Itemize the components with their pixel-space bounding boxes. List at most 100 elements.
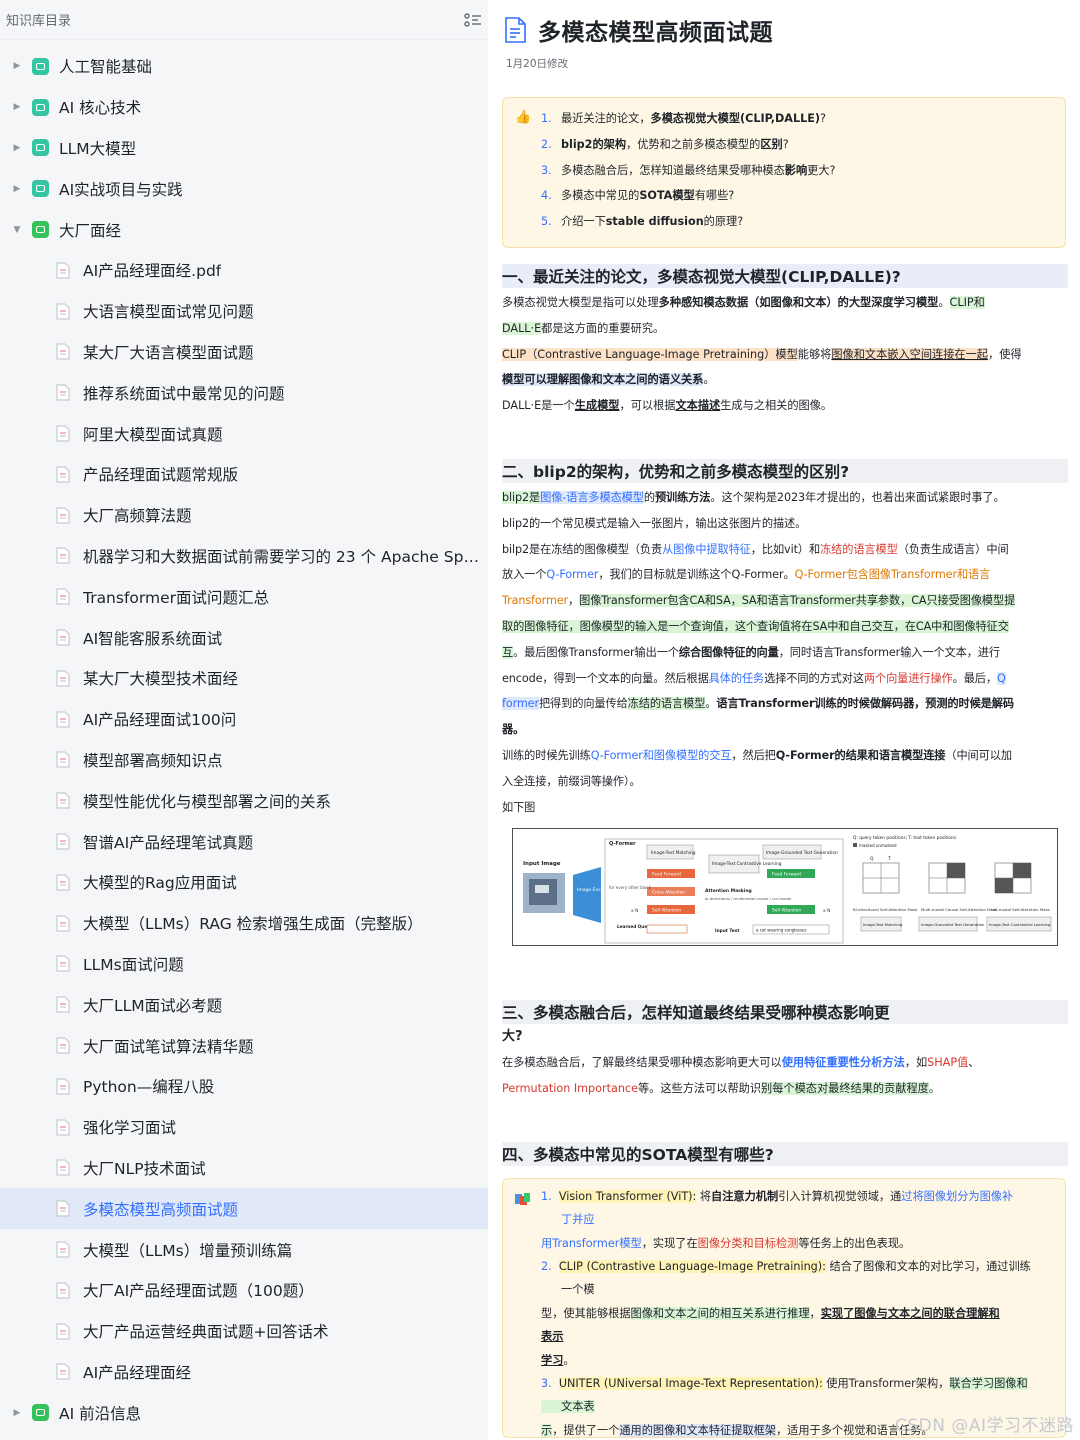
toc-item[interactable]: 1. 最近关注的论文，多模态视觉大模型(CLIP,DALLE)?: [541, 106, 1055, 132]
tree-doc-item[interactable]: 机器学习和大数据面试前需要学习的 23 个 Apache Spark: [0, 536, 488, 577]
tree-doc-item[interactable]: 某大厂大模型技术面经: [0, 658, 488, 699]
doc-icon: [56, 670, 70, 687]
tree-doc-item[interactable]: 大模型的Rag应用面试: [0, 862, 488, 903]
tree-doc-label: 强化学习面试: [83, 1119, 177, 1138]
doc-icon: [56, 833, 70, 850]
tree-doc-label: 阿里大模型面试真题: [83, 425, 223, 444]
caret-right-icon[interactable]: ▶: [12, 143, 22, 153]
label-mask-sub: bi-directional / multimodal causal / uni…: [705, 896, 791, 901]
caret-right-icon[interactable]: ▶: [12, 102, 22, 112]
tree-folder-label: LLM大模型: [59, 139, 137, 158]
tree-doc-item[interactable]: 智谱AI产品经理笔试真题: [0, 821, 488, 862]
tree-doc-item[interactable]: 大厂NLP技术面试: [0, 1148, 488, 1189]
tree-doc-item[interactable]: 大厂面试笔试算法精华题: [0, 1025, 488, 1066]
caret-right-icon[interactable]: ▶: [12, 1408, 22, 1418]
blip2-architecture-figure: Input Image Image Encoder Q-Former Image…: [512, 828, 1058, 947]
tree-folder[interactable]: ▶ AI 核心技术: [0, 87, 488, 128]
label-input-text: Input Text: [715, 928, 739, 934]
doc-icon: [56, 874, 70, 891]
tree-doc-item[interactable]: Transformer面试问题汇总: [0, 576, 488, 617]
tree-doc-item[interactable]: 推荐系统面试中最常见的问题: [0, 372, 488, 413]
toc-item[interactable]: 4. 多模态中常见的SOTA模型有哪些?: [541, 183, 1055, 209]
tree-doc-label: 某大厂大语言模型面试题: [83, 343, 254, 362]
tree-folder[interactable]: ▶ AI 前沿信息: [0, 1392, 488, 1433]
doc-icon: [56, 588, 70, 605]
tree-doc-item[interactable]: 大语言模型面试常见问题: [0, 291, 488, 332]
watermark: CSDN @AI学习不迷路: [894, 1416, 1074, 1436]
tree-doc-item[interactable]: Python—编程八股: [0, 1066, 488, 1107]
section-heading: 三、多模态融合后，怎样知道最终结果受哪种模态影响更: [502, 1000, 1068, 1025]
doc-icon: [56, 507, 70, 524]
tree-doc-item[interactable]: 强化学习面试: [0, 1107, 488, 1148]
label-sa1: Self Attention: [652, 908, 682, 914]
tree-doc-label: AI产品经理面经.pdf: [83, 262, 222, 281]
label-legend: Q: query token positions; T: text token …: [853, 835, 957, 841]
tree-doc-label: 大模型（LLMs）RAG 检索增强生成面（完整版）: [83, 915, 423, 934]
folder-icon: [32, 57, 49, 75]
sota-callout: 1. Vision Transformer (ViT): 将自注意力机制引入计算…: [502, 1177, 1066, 1438]
tree-doc-item[interactable]: 大厂LLM面试必考题: [0, 984, 488, 1025]
label-mask3: Uni-modal Self-Attention Mask: [991, 907, 1051, 912]
folder-icon: [32, 98, 49, 116]
label-itg: Image-Grounded Text Generation: [766, 850, 838, 856]
tree-folder-expanded[interactable]: ▼ 大厂面经: [0, 209, 488, 250]
paragraph: 多模态视觉大模型是指可以处理多种感知模态数据（如图像和文本）的大型深度学习模型。…: [502, 295, 1022, 413]
tree-doc-label: 某大厂大模型技术面经: [83, 670, 239, 689]
tree-doc-item[interactable]: 大厂AI产品经理面试题（100题）: [0, 1270, 488, 1311]
tree-doc-item[interactable]: AI产品经理面经.pdf: [0, 250, 488, 291]
tree-folder[interactable]: ▶ AI实战项目与实践: [0, 168, 488, 209]
tree-doc-item[interactable]: 模型部署高频知识点: [0, 740, 488, 781]
doc-icon: [56, 955, 70, 973]
doc-icon: [56, 629, 70, 646]
tree-doc-item[interactable]: 模型性能优化与模型部署之间的关系: [0, 780, 488, 821]
tree-doc-label: LLMs面试问题: [83, 955, 184, 974]
tree-doc-item[interactable]: 大厂产品运营经典面试题+回答话术: [0, 1311, 488, 1352]
tree-folder-label: 大厂面经: [59, 221, 122, 240]
label-sa2: Self Attention: [772, 908, 802, 914]
toc-item[interactable]: 3. 多模态融合后，怎样知道最终结果受哪种模态影响更大?: [541, 158, 1055, 184]
tree-doc-item[interactable]: 大厂高频算法题: [0, 495, 488, 536]
tree-doc-item[interactable]: AI产品经理面经: [0, 1352, 488, 1393]
label-itc: Image-Text Contrastive Learning: [712, 861, 782, 867]
sidebar-title: 知识库目录: [6, 14, 72, 29]
caret-right-icon[interactable]: ▶: [12, 61, 22, 71]
toc-item[interactable]: 5. 介绍一下stable diffusion的原理?: [541, 209, 1055, 235]
document-area: 多模态模型高频面试题 1月20日修改 👍 1. 最近关注的论文，多模态视觉大模型(…: [490, 0, 1080, 1440]
tree-doc-label: 大厂LLM面试必考题: [83, 996, 223, 1015]
toc-item[interactable]: 2. blip2的架构，优势和之前多模态模型的区别?: [541, 132, 1055, 158]
tree-doc-item[interactable]: AI智能客服系统面试: [0, 617, 488, 658]
tree-doc-item[interactable]: 产品经理面试题常规版: [0, 454, 488, 495]
tree-folder-label: AI 核心技术: [59, 99, 142, 118]
tree-doc-item[interactable]: LLMs面试问题: [0, 944, 488, 985]
tree-doc-label: 大厂NLP技术面试: [83, 1159, 206, 1178]
tree-folder-label: 人工智能基础: [59, 58, 153, 77]
caret-down-icon[interactable]: ▼: [12, 225, 22, 235]
doc-icon: [56, 466, 70, 483]
tree-doc-label: 智谱AI产品经理笔试真题: [83, 833, 254, 852]
tree-folder[interactable]: ▶ LLM大模型: [0, 128, 488, 169]
tree-doc-item[interactable]: 阿里大模型面试真题: [0, 413, 488, 454]
doc-header: 多模态模型高频面试题: [490, 0, 1080, 52]
folder-icon: [32, 180, 49, 198]
label-caption: a cat wearing sunglasses: [756, 928, 806, 933]
tree-doc-item[interactable]: 某大厂大语言模型面试题: [0, 332, 488, 373]
tree-doc-item[interactable]: 多模态模型高频面试题: [0, 1188, 488, 1230]
list-outline-icon[interactable]: [464, 12, 482, 28]
label-qformer: Q-Former: [609, 841, 636, 847]
doc-icon: [56, 1200, 70, 1217]
tree-folder[interactable]: ▶ 人工智能基础: [0, 46, 488, 87]
label-attn-mask: Attention Masking: [705, 888, 752, 894]
caret-right-icon[interactable]: ▶: [12, 184, 22, 194]
toc-callout: 👍 1. 最近关注的论文，多模态视觉大模型(CLIP,DALLE)? 2. blip…: [502, 97, 1066, 248]
doc-icon: [56, 1078, 70, 1095]
tree-doc-item[interactable]: 大模型（LLMs）增量预训练篇: [0, 1229, 488, 1270]
tree-doc-label: 多模态模型高频面试题: [83, 1200, 239, 1219]
label-image-encoder: Image Encoder: [577, 887, 611, 893]
doc-icon: [56, 343, 70, 361]
sidebar-header: 知识库目录: [0, 0, 488, 40]
tree-doc-item[interactable]: 大模型（LLMs）RAG 检索增强生成面（完整版）: [0, 903, 488, 944]
tree-doc-label: Transformer面试问题汇总: [83, 588, 270, 607]
tree-doc-item[interactable]: AI产品经理面试100问: [0, 699, 488, 740]
books-icon: [515, 1191, 531, 1205]
tree-doc-label: 机器学习和大数据面试前需要学习的 23 个 Apache Spark: [83, 547, 485, 566]
